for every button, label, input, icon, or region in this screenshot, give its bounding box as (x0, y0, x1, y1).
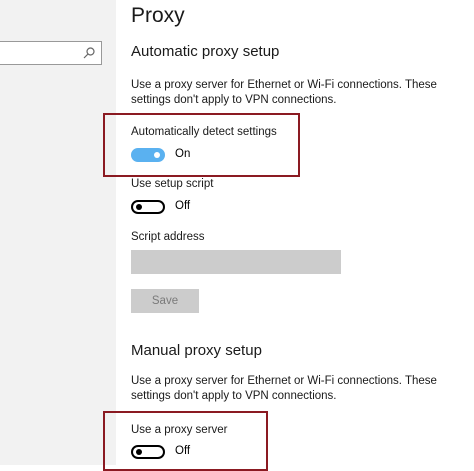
automatic-proxy-setup-heading: Automatic proxy setup (131, 43, 280, 60)
page-title: Proxy (131, 4, 185, 27)
search-icon[interactable] (82, 46, 96, 60)
save-button: Save (131, 289, 199, 313)
highlight-box-use-proxy (103, 411, 268, 471)
script-address-label: Script address (131, 231, 205, 243)
highlight-box-auto-detect (103, 113, 300, 177)
toggle-knob (136, 204, 142, 210)
manual-proxy-setup-heading: Manual proxy setup (131, 342, 262, 359)
setup-script-state: Off (175, 200, 191, 212)
manual-proxy-description: Use a proxy server for Ethernet or Wi-Fi… (131, 375, 437, 402)
automatic-proxy-description: Use a proxy server for Ethernet or Wi-Fi… (131, 79, 437, 106)
sidebar (0, 0, 116, 465)
script-address-input (131, 250, 341, 274)
search-input[interactable] (0, 41, 102, 65)
setup-script-label: Use setup script (131, 178, 214, 190)
setup-script-toggle[interactable] (131, 200, 165, 214)
